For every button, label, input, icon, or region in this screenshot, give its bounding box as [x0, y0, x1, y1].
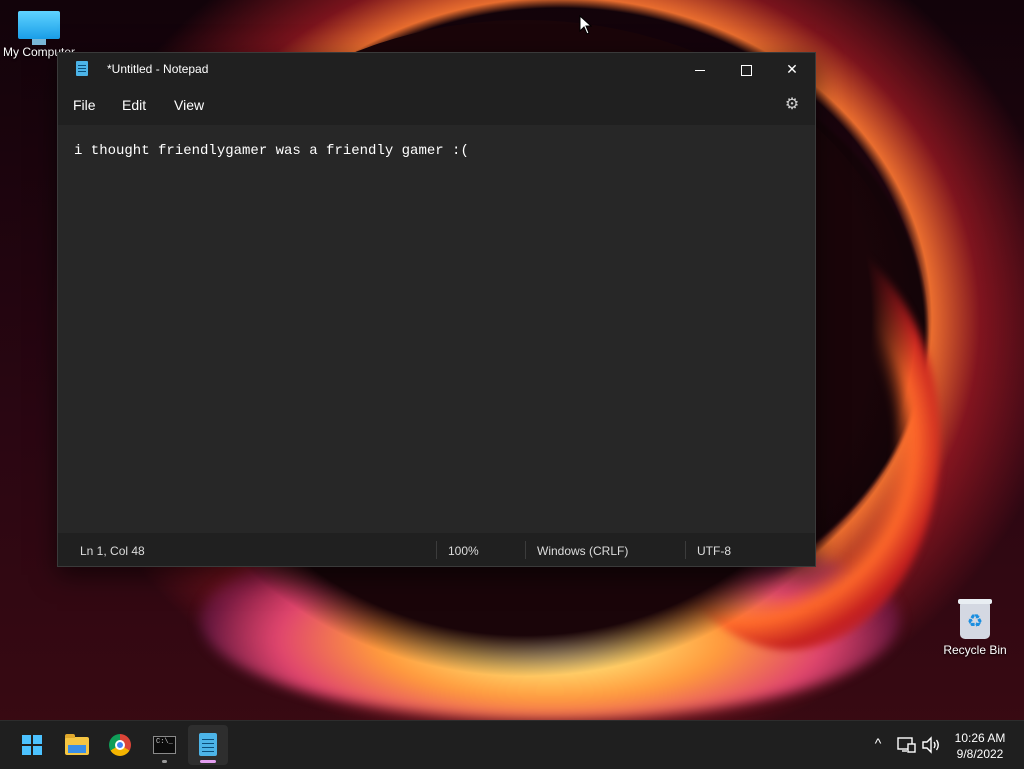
- menu-file[interactable]: File: [73, 97, 96, 113]
- recycle-bin-icon: ♻: [958, 597, 992, 639]
- chrome-icon: [109, 734, 131, 756]
- taskbar: C:\_ ^ 10:26 AM 9/8/2022: [0, 720, 1024, 769]
- active-indicator: [200, 760, 216, 763]
- taskbar-chrome[interactable]: [100, 725, 140, 765]
- minimize-button[interactable]: [677, 53, 723, 85]
- menu-bar: File Edit View ⚙: [58, 85, 815, 125]
- volume-icon[interactable]: [921, 736, 941, 754]
- mouse-cursor-icon: [579, 15, 593, 35]
- network-icon[interactable]: [897, 736, 917, 754]
- close-button[interactable]: ✕: [769, 53, 815, 85]
- editor-content: i thought friendlygamer was a friendly g…: [74, 143, 469, 159]
- file-explorer-icon: [65, 734, 89, 755]
- menu-view[interactable]: View: [174, 97, 204, 113]
- close-icon: ✕: [786, 61, 798, 77]
- notepad-icon: [76, 61, 88, 76]
- show-hidden-icons-chevron-up-icon[interactable]: ^: [868, 735, 888, 751]
- running-indicator: [162, 760, 167, 763]
- window-title: *Untitled - Notepad: [107, 62, 209, 76]
- status-cursor-position: Ln 1, Col 48: [80, 544, 145, 558]
- clock-time: 10:26 AM: [954, 731, 1006, 745]
- status-zoom: 100%: [448, 544, 479, 558]
- taskbar-terminal[interactable]: C:\_: [144, 725, 184, 765]
- maximize-button[interactable]: [723, 53, 769, 85]
- status-divider: [525, 541, 526, 559]
- clock-date: 9/8/2022: [956, 747, 1004, 761]
- windows-start-icon: [22, 735, 42, 755]
- notepad-icon: [199, 733, 217, 756]
- taskbar-file-explorer[interactable]: [56, 725, 96, 765]
- maximize-icon: [740, 64, 752, 76]
- taskbar-notepad[interactable]: [188, 725, 228, 765]
- title-bar[interactable]: *Untitled - Notepad ✕: [58, 53, 815, 85]
- notepad-window: *Untitled - Notepad ✕ File Edit View ⚙ i…: [57, 52, 816, 567]
- text-editor-area[interactable]: i thought friendlygamer was a friendly g…: [58, 125, 815, 533]
- computer-icon: [18, 11, 60, 45]
- system-clock[interactable]: 10:26 AM 9/8/2022: [944, 730, 1016, 762]
- status-divider: [685, 541, 686, 559]
- status-line-ending: Windows (CRLF): [537, 544, 629, 558]
- status-divider: [436, 541, 437, 559]
- minimize-icon: [695, 69, 705, 71]
- desktop-icon-label: Recycle Bin: [943, 643, 1007, 657]
- desktop-icon-recycle-bin[interactable]: ♻ Recycle Bin: [937, 597, 1013, 657]
- start-button[interactable]: [12, 725, 52, 765]
- terminal-icon: C:\_: [153, 736, 176, 754]
- settings-gear-icon[interactable]: ⚙: [782, 95, 802, 115]
- status-bar: Ln 1, Col 48 100% Windows (CRLF) UTF-8: [58, 533, 815, 566]
- status-encoding: UTF-8: [697, 544, 731, 558]
- menu-edit[interactable]: Edit: [122, 97, 146, 113]
